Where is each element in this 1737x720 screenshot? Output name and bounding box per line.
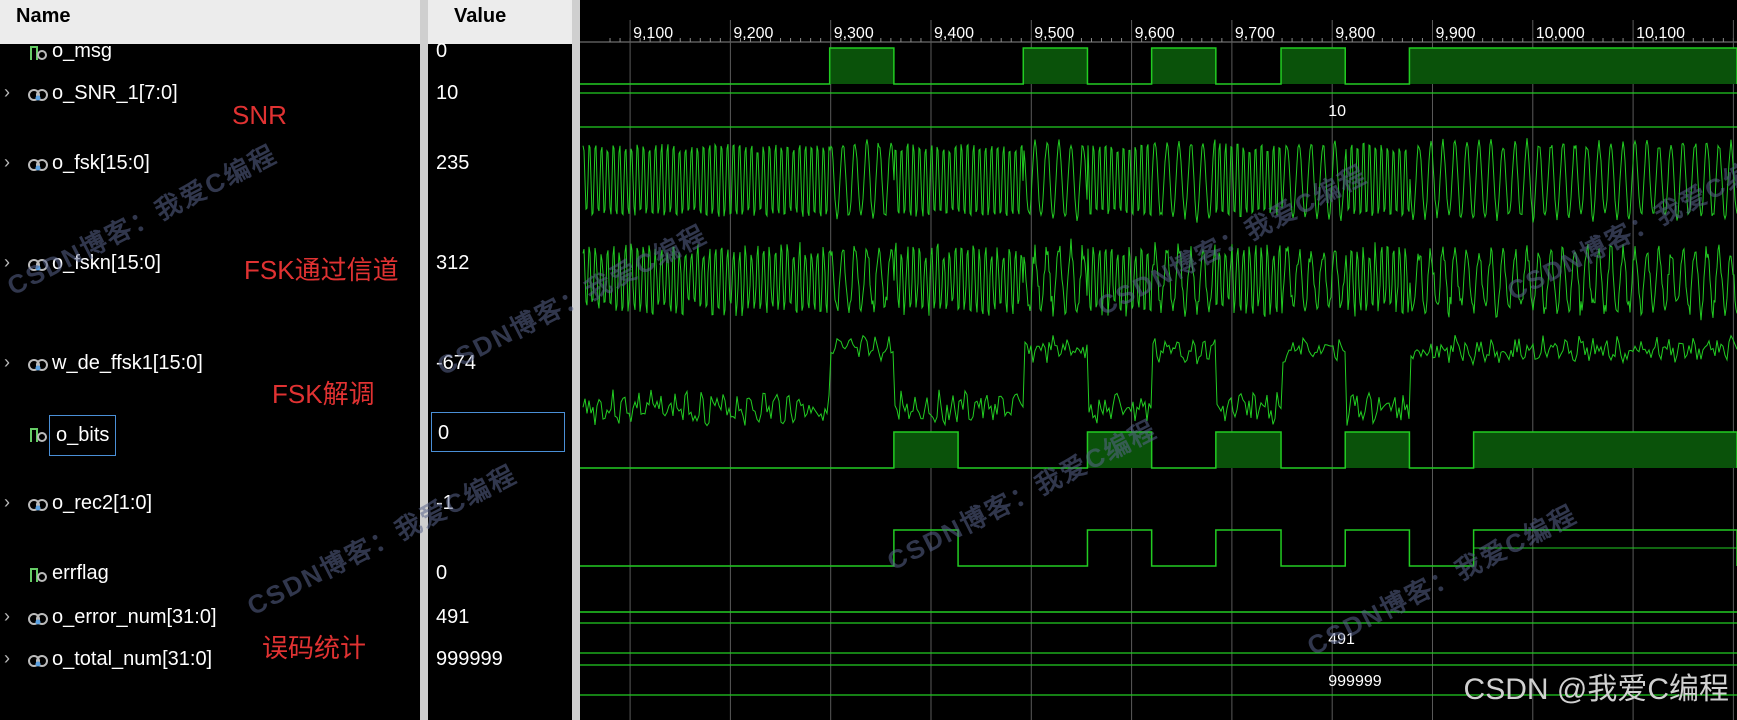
- ruler-tick-label: 10,000: [1536, 25, 1585, 42]
- total-num-bus-label: 999999: [1328, 673, 1381, 690]
- annotation-fsk-channel: FSK通过信道: [244, 255, 399, 285]
- ruler-tick-label: 9,600: [1135, 25, 1175, 42]
- fsk-waveform: [582, 138, 1737, 223]
- digital-high-fill: [1023, 48, 1088, 84]
- ruler-tick-label: 9,500: [1034, 25, 1074, 42]
- annotation-error-stats: 误码统计: [262, 633, 367, 663]
- ruler-tick-label: 10,100: [1636, 25, 1685, 42]
- ruler-tick-label: 9,700: [1235, 25, 1275, 42]
- digital-high-fill: [893, 432, 959, 468]
- ruler-tick-label: 9,400: [934, 25, 974, 42]
- snr-bus-label: 10: [1328, 103, 1346, 120]
- digital-high-fill: [1281, 48, 1346, 84]
- ruler-tick-label: 9,800: [1335, 25, 1375, 42]
- digital-high-fill: [1409, 48, 1737, 84]
- digital-high-fill: [1473, 432, 1737, 468]
- annotation-fsk-demod: FSK解调: [272, 379, 375, 409]
- ruler-tick-label: 9,300: [834, 25, 874, 42]
- annotation-snr: SNR: [232, 100, 287, 130]
- ruler-tick-label: 9,200: [733, 25, 773, 42]
- csdn-credit: CSDN @我爱C编程: [1463, 673, 1729, 706]
- digital-high-fill: [1215, 432, 1282, 468]
- digital-high-fill: [1345, 432, 1410, 468]
- digital-high-fill: [829, 48, 894, 84]
- ruler-tick-label: 9,900: [1435, 25, 1475, 42]
- demod-waveform: [582, 334, 1737, 427]
- digital-high-fill: [1151, 48, 1216, 84]
- ruler-tick-label: 9,100: [633, 25, 673, 42]
